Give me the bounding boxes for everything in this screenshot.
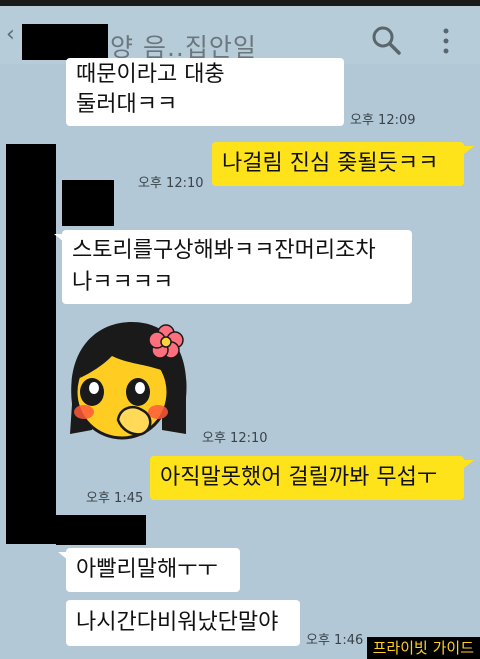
watermark: 프라이빗 가이드: [366, 637, 480, 659]
outgoing-message[interactable]: 나걸림 진심 좆될듯ㅋㅋ: [212, 142, 464, 186]
bubble-tail: [464, 460, 474, 468]
message-time: 오후 12:10: [202, 431, 268, 446]
bubble-tail: [58, 552, 68, 560]
redacted-name: [22, 24, 108, 60]
message-time: 오후 12:10: [138, 176, 204, 191]
bubble-tail: [54, 234, 64, 242]
message-line: 아직말못했어 걸릴까봐 무섭ㅜ: [160, 465, 438, 490]
redacted-name: [56, 515, 146, 545]
redacted-name: [62, 180, 114, 226]
chat-header: ‹ 양 음..집안일: [0, 6, 480, 64]
message-line: 나시간다비워났단말야: [76, 610, 279, 635]
message-line: 스토리를구상해봐ㅋㅋ잔머리조차: [72, 238, 376, 263]
message-line: 나걸림 진심 좆될듯ㅋㅋ: [222, 151, 439, 176]
bubble-tail: [464, 146, 474, 154]
message-line: 때문이라고 대충: [76, 62, 225, 87]
incoming-message[interactable]: 때문이라고 대충 둘러대ㅋㅋ: [66, 58, 344, 126]
chevron-left-icon[interactable]: ‹: [6, 22, 15, 47]
outgoing-message[interactable]: 아직말못했어 걸릴까봐 무섭ㅜ: [150, 456, 464, 500]
message-time: 오후 1:45: [86, 491, 144, 506]
incoming-message[interactable]: 나시간다비워났단말야: [66, 600, 300, 646]
message-time: 오후 12:09: [350, 113, 416, 128]
blushing-girl-emoticon[interactable]: [62, 312, 192, 442]
message-time: 오후 1:46: [306, 633, 364, 648]
message-line: 나ㅋㅋㅋㅋ: [72, 270, 174, 295]
message-line: 둘러대ㅋㅋ: [76, 92, 178, 117]
more-vertical-icon[interactable]: [434, 26, 458, 56]
incoming-message[interactable]: 스토리를구상해봐ㅋㅋ잔머리조차 나ㅋㅋㅋㅋ: [62, 230, 412, 304]
incoming-message[interactable]: 아빨리말해ㅜㅜ: [66, 548, 240, 592]
search-icon[interactable]: [370, 24, 402, 56]
message-line: 아빨리말해ㅜㅜ: [76, 557, 218, 582]
redacted-avatar: [6, 144, 56, 544]
